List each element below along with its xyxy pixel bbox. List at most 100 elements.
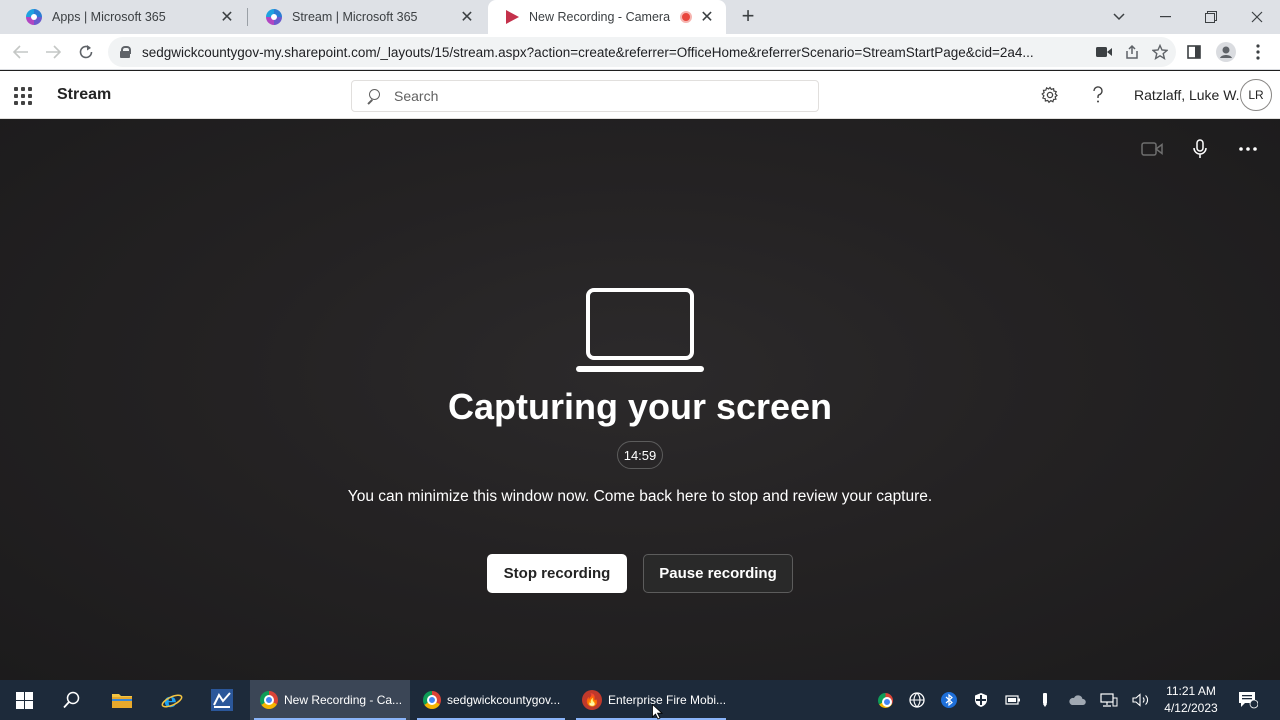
address-bar[interactable]: sedgwickcountygov-my.sharepoint.com/_lay… (108, 37, 1176, 67)
camera-in-use-icon[interactable] (1096, 46, 1112, 58)
action-center-button[interactable] (1232, 680, 1264, 720)
folder-icon (112, 694, 132, 708)
capture-title: Capturing your screen (447, 386, 833, 427)
tray-onedrive[interactable] (1066, 680, 1088, 720)
laptop-icon (576, 288, 704, 372)
tab-new-recording-camera[interactable]: New Recording - Camera ✕ (488, 0, 726, 34)
tab-title: Apps | Microsoft 365 (52, 10, 166, 24)
browser-toolbar: sedgwickcountygov-my.sharepoint.com/_lay… (0, 34, 1280, 70)
url-text[interactable]: sedgwickcountygov-my.sharepoint.com/_lay… (142, 45, 1067, 60)
tray-security[interactable] (970, 680, 992, 720)
stop-recording-button[interactable]: Stop recording (487, 554, 627, 593)
tray-bluetooth[interactable] (938, 680, 960, 720)
tray-network-globe[interactable] (906, 680, 928, 720)
minimize-icon (1159, 16, 1171, 18)
share-icon[interactable] (1124, 44, 1140, 60)
pen-icon (1043, 693, 1047, 707)
search-icon (63, 691, 80, 709)
taskbar-app-sedgwick[interactable]: sedgwickcountygov... (413, 680, 569, 720)
app-name[interactable]: Stream (57, 86, 111, 104)
reload-button[interactable] (73, 39, 99, 65)
browser-menu-button[interactable] (1248, 39, 1268, 65)
app-launcher-icon[interactable] (14, 87, 32, 105)
capture-instructions: You can minimize this window now. Come b… (347, 488, 933, 505)
tab-apps-microsoft-365[interactable]: Apps | Microsoft 365 ✕ (8, 0, 246, 34)
fire-icon: 🔥 (582, 690, 602, 710)
camera-toggle-button[interactable] (1138, 137, 1166, 161)
shield-icon (975, 693, 987, 707)
mouse-cursor-icon (652, 704, 663, 720)
close-tab-icon[interactable]: ✕ (218, 8, 236, 26)
close-tab-icon[interactable]: ✕ (458, 8, 476, 26)
windows-logo-icon (15, 691, 33, 709)
tab-title: New Recording - Camera (529, 10, 671, 24)
forward-button[interactable] (40, 39, 66, 65)
more-options-button[interactable] (1234, 137, 1262, 161)
profile-button[interactable] (1213, 39, 1239, 65)
minimize-window-button[interactable] (1142, 0, 1188, 34)
taskbar-app-label: Enterprise Fire Mobi... (608, 693, 727, 707)
tray-chrome-icon[interactable] (874, 680, 896, 720)
close-icon (1251, 11, 1263, 23)
close-window-button[interactable] (1234, 0, 1280, 34)
tab-search-button[interactable] (1096, 0, 1142, 34)
restore-icon (1205, 11, 1217, 23)
side-panel-icon (1187, 45, 1201, 59)
tray-pen[interactable] (1034, 680, 1056, 720)
system-clock[interactable]: 11:21 AM 4/12/2023 (1158, 683, 1224, 717)
pause-recording-button[interactable]: Pause recording (643, 554, 793, 593)
tab-title: Stream | Microsoft 365 (292, 10, 418, 24)
restore-window-button[interactable] (1188, 0, 1234, 34)
arrow-right-icon (46, 45, 61, 59)
more-vertical-icon (1256, 44, 1260, 60)
new-tab-button[interactable]: + (736, 5, 760, 29)
chrome-icon (877, 692, 893, 708)
tray-volume[interactable] (1130, 680, 1152, 720)
bluetooth-icon (941, 692, 957, 708)
back-button[interactable] (8, 39, 34, 65)
camera-off-icon (1141, 142, 1163, 156)
close-tab-icon[interactable]: ✕ (698, 8, 716, 26)
search-input[interactable]: Search (351, 80, 819, 112)
tab-stream-microsoft-365[interactable]: Stream | Microsoft 365 ✕ (248, 0, 486, 34)
taskbar-app-new-recording[interactable]: New Recording - Ca... (250, 680, 410, 720)
taskbar-app-label: New Recording - Ca... (284, 693, 403, 707)
taskbar-app-enterprise-fire[interactable]: 🔥 Enterprise Fire Mobi... (572, 680, 730, 720)
side-panel-button[interactable] (1182, 39, 1206, 65)
gear-icon (1041, 86, 1058, 104)
bookmark-star-icon[interactable] (1152, 44, 1168, 60)
tray-network[interactable] (1098, 680, 1120, 720)
more-horizontal-icon (1239, 147, 1257, 151)
speaker-icon (1132, 693, 1148, 707)
chrome-icon (260, 691, 278, 709)
user-name[interactable]: Ratzlaff, Luke W. (1134, 87, 1240, 103)
stream-icon (506, 10, 519, 24)
settings-button[interactable] (1038, 83, 1062, 107)
globe-icon (909, 692, 925, 708)
chrome-icon (423, 691, 441, 709)
search-icon (366, 89, 380, 103)
recording-indicator-icon (680, 11, 692, 23)
tray-battery[interactable] (1002, 680, 1024, 720)
start-button[interactable] (0, 680, 48, 720)
m365-icon (266, 9, 282, 25)
search-placeholder: Search (394, 88, 439, 104)
microphone-toggle-button[interactable] (1186, 137, 1214, 161)
file-explorer-button[interactable] (98, 680, 146, 720)
battery-icon (1005, 695, 1020, 705)
reload-icon (79, 45, 93, 59)
internet-explorer-button[interactable]: e (148, 680, 196, 720)
taskbar-app-label: sedgwickcountygov... (447, 693, 561, 707)
app-header: Stream Search Ratzlaff, Luke W. LR (0, 71, 1280, 119)
help-button[interactable] (1086, 83, 1110, 107)
internet-explorer-icon: e (161, 689, 183, 711)
pinned-app-button[interactable] (198, 680, 246, 720)
lock-icon[interactable] (120, 46, 131, 58)
recording-timer: 14:59 (617, 441, 663, 469)
taskbar-search-button[interactable] (48, 680, 96, 720)
avatar[interactable]: LR (1240, 79, 1272, 111)
notification-icon (1239, 692, 1258, 709)
chevron-down-icon (1113, 13, 1125, 21)
browser-tab-strip: Apps | Microsoft 365 ✕ Stream | Microsof… (0, 0, 1280, 34)
clock-date: 4/12/2023 (1164, 701, 1218, 715)
